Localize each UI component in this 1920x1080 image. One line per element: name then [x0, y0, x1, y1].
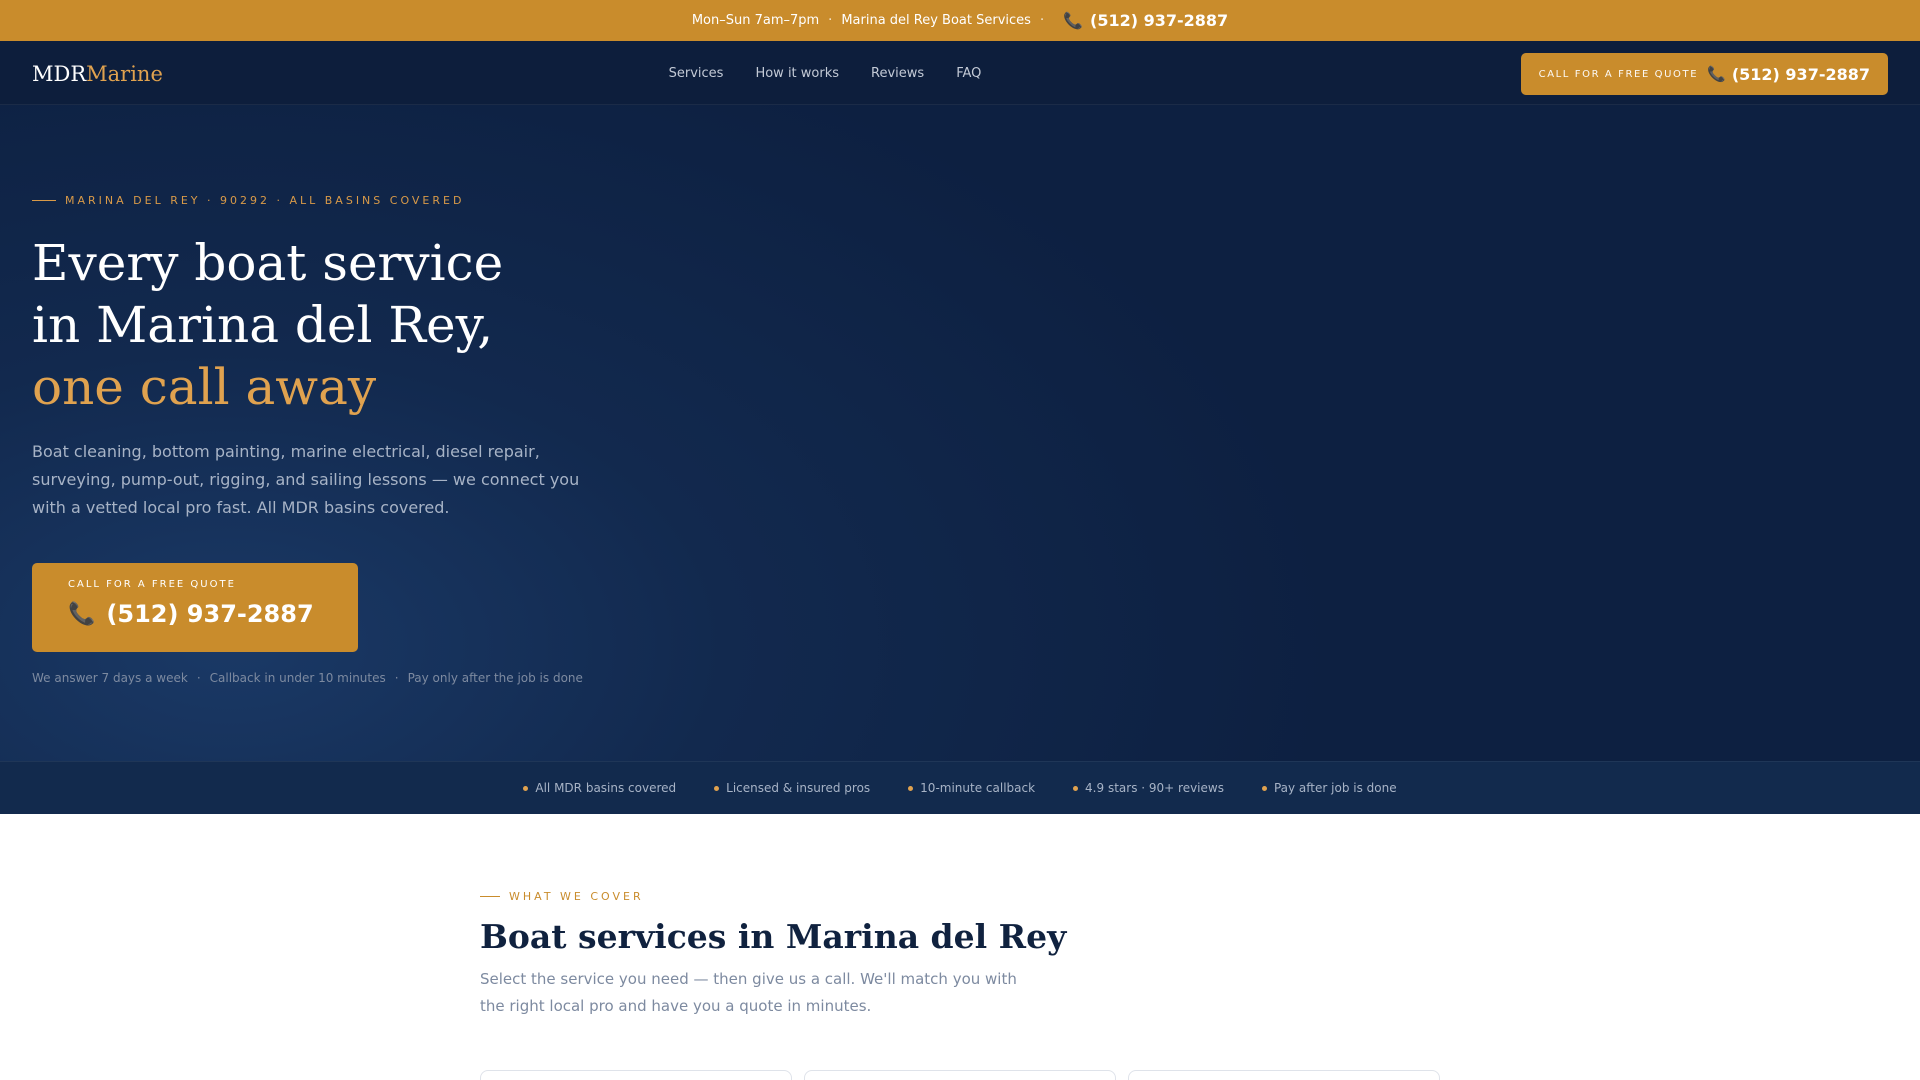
separator: ·: [1039, 13, 1045, 28]
bullet-dot-icon: [1073, 785, 1079, 791]
hero-cta-phone-number: (512) 937-2887: [106, 600, 314, 628]
services-title: Boat services in Marina del Rey: [480, 917, 1067, 956]
topbar-phone-number: (512) 937-2887: [1090, 11, 1229, 30]
trust-item: Pay after job is done: [1261, 781, 1397, 795]
reassurance-item: Callback in under 10 minutes: [209, 671, 386, 685]
nav-link-reviews[interactable]: Reviews: [871, 66, 924, 81]
hero-eyebrow: MARINA DEL REY · 90292 · ALL BASINS COVE…: [32, 194, 464, 207]
top-announcement-bar: Mon–Sun 7am–7pm · Marina del Rey Boat Se…: [0, 0, 1920, 41]
reassurance-item: We answer 7 days a week: [32, 671, 188, 685]
nav-cta-label: CALL FOR A FREE QUOTE: [1538, 68, 1699, 80]
services-eyebrow-text: WHAT WE COVER: [509, 890, 644, 903]
hero-eyebrow-text: MARINA DEL REY · 90292 · ALL BASINS COVE…: [65, 194, 465, 207]
services-eyebrow: WHAT WE COVER: [480, 890, 1440, 903]
hero-cta-label: CALL FOR A FREE QUOTE: [68, 579, 236, 590]
trust-bar: All MDR basins covered Licensed & insure…: [0, 761, 1920, 814]
trust-item-text: 4.9 stars · 90+ reviews: [1085, 781, 1224, 795]
hero-call-button[interactable]: CALL FOR A FREE QUOTE 📞 (512) 937-2887: [32, 563, 358, 652]
hero-description: Boat cleaning, bottom painting, marine e…: [32, 442, 580, 517]
business-hours: Mon–Sun 7am–7pm: [691, 13, 820, 28]
eyebrow-line: [32, 200, 56, 201]
service-card[interactable]: [804, 1070, 1116, 1080]
nav-cta-phone-number: (512) 937-2887: [1731, 64, 1870, 84]
phone-icon: 📞: [1707, 65, 1726, 83]
bullet-dot-icon: [1261, 785, 1267, 791]
bullet-dot-icon: [523, 785, 529, 791]
hero-cta-phone: 📞 (512) 937-2887: [68, 600, 358, 628]
hero-headline: Every boat service in Marina del Rey, on…: [32, 232, 503, 418]
service-cards: [480, 1070, 1440, 1080]
bullet-dot-icon: [714, 785, 720, 791]
trust-item-text: 10-minute callback: [920, 781, 1036, 795]
trust-item: All MDR basins covered: [523, 781, 676, 795]
hero-reassurance: We answer 7 days a week · Callback in un…: [32, 671, 583, 685]
nav-call-button[interactable]: CALL FOR A FREE QUOTE 📞 (512) 937-2887: [1520, 53, 1888, 95]
separator: ·: [394, 671, 399, 685]
headline-accent: one call away: [32, 358, 377, 416]
trust-item: 4.9 stars · 90+ reviews: [1073, 781, 1224, 795]
main-navbar: MDRMarine Services How it works Reviews …: [0, 41, 1920, 105]
reassurance-item: Pay only after the job is done: [407, 671, 583, 685]
nav-link-how-it-works[interactable]: How it works: [755, 66, 839, 81]
trust-item-text: Pay after job is done: [1273, 781, 1397, 795]
headline-line-2: in Marina del Rey,: [32, 296, 494, 354]
nav-link-faq[interactable]: FAQ: [956, 66, 981, 81]
trust-item: Licensed & insured pros: [714, 781, 870, 795]
nav-link-services[interactable]: Services: [669, 66, 724, 81]
eyebrow-line: [480, 896, 500, 897]
separator: ·: [828, 13, 833, 28]
services-section: WHAT WE COVER Boat services in Marina de…: [480, 890, 1440, 1020]
headline-line-1: Every boat service: [32, 234, 504, 292]
phone-icon: 📞: [68, 601, 96, 627]
trust-item-text: Licensed & insured pros: [726, 781, 871, 795]
trust-item: 10-minute callback: [908, 781, 1035, 795]
service-card[interactable]: [480, 1070, 792, 1080]
bullet-dot-icon: [908, 785, 914, 791]
services-description: Select the service you need — then give …: [480, 970, 1017, 1015]
nav-cta-phone: 📞 (512) 937-2887: [1707, 65, 1870, 84]
hero-section: MDRMarine Services How it works Reviews …: [0, 41, 1920, 814]
service-card[interactable]: [1128, 1070, 1440, 1080]
topbar-phone-link[interactable]: 📞 (512) 937-2887: [1063, 11, 1228, 30]
trust-item-text: All MDR basins covered: [535, 781, 677, 795]
business-name: Marina del Rey Boat Services: [841, 13, 1031, 28]
phone-icon: 📞: [1063, 11, 1084, 30]
separator: ·: [196, 671, 201, 685]
